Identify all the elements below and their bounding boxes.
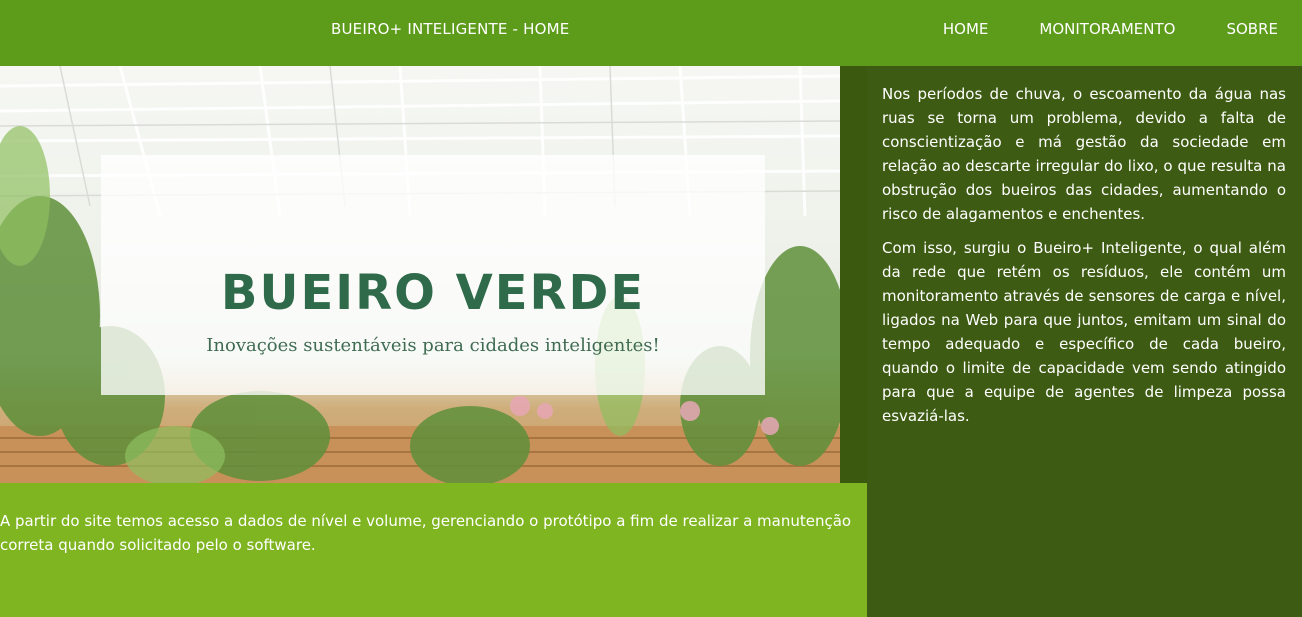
info-strip: A partir do site temos acesso a dados de… bbox=[0, 483, 867, 617]
hero-banner: BUEIRO VERDE Inovações sustentáveis para… bbox=[0, 66, 840, 483]
top-navbar: BUEIRO+ INTELIGENTE - HOME HOME MONITORA… bbox=[0, 0, 1302, 66]
about-sidebar: Nos períodos de chuva, o escoamento da á… bbox=[867, 66, 1302, 617]
nav-sobre-link[interactable]: SOBRE bbox=[1226, 20, 1278, 38]
hero-title: BUEIRO VERDE bbox=[220, 265, 646, 321]
nav-monitoramento-link[interactable]: MONITORAMENTO bbox=[1039, 20, 1175, 38]
nav-home-link[interactable]: HOME bbox=[943, 20, 989, 38]
main-nav: HOME MONITORAMENTO SOBRE bbox=[943, 20, 1278, 38]
main-content: BUEIRO VERDE Inovações sustentáveis para… bbox=[0, 66, 867, 617]
sidebar-paragraph-2: Com isso, surgiu o Bueiro+ Inteligente, … bbox=[882, 239, 1286, 425]
info-text: A partir do site temos acesso a dados de… bbox=[0, 512, 852, 554]
site-title: BUEIRO+ INTELIGENTE - HOME bbox=[331, 20, 570, 38]
sidebar-paragraph-1: Nos períodos de chuva, o escoamento da á… bbox=[882, 85, 1286, 223]
hero-card: BUEIRO VERDE Inovações sustentáveis para… bbox=[101, 155, 765, 395]
hero-subtitle: Inovações sustentáveis para cidades inte… bbox=[206, 335, 660, 356]
